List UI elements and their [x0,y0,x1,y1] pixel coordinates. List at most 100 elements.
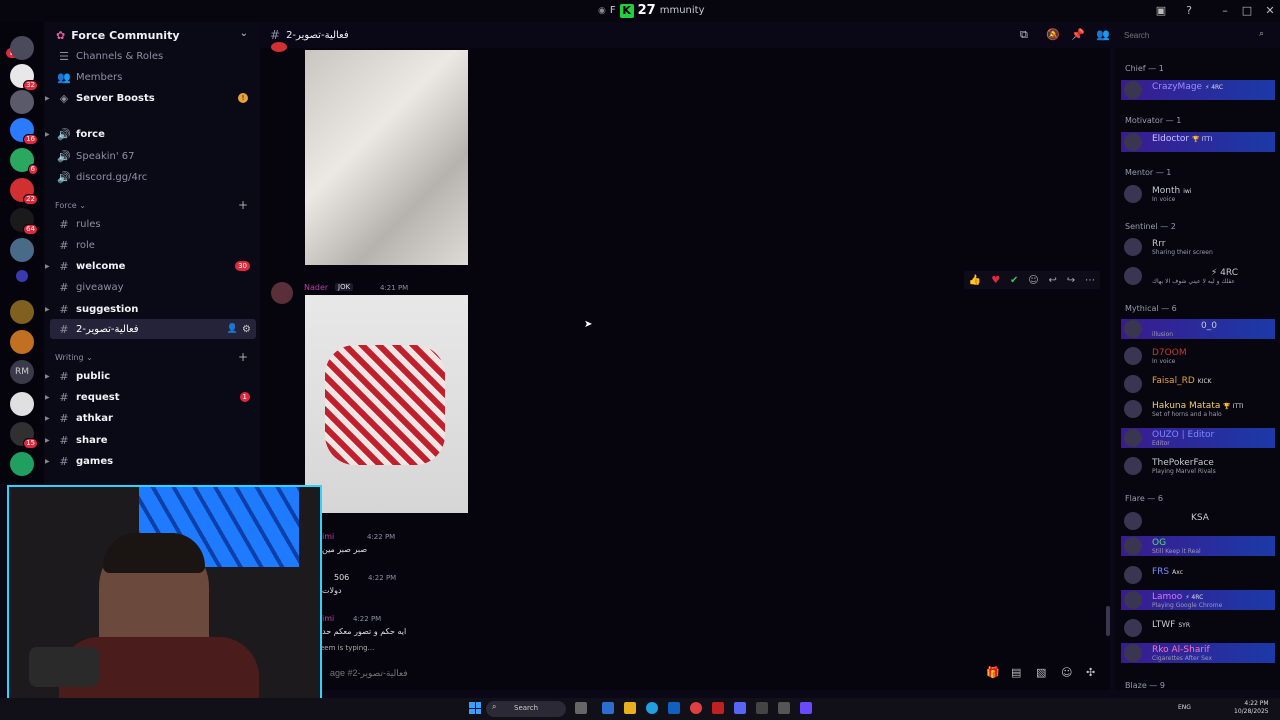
help-icon[interactable]: ? [1181,4,1197,17]
server-icon[interactable] [10,300,34,324]
server-icon[interactable]: 32 [10,64,38,91]
voice-channel-invite[interactable]: 🔊 discord.gg/4rc [50,167,256,187]
taskbar-app-icon[interactable] [602,702,614,714]
edge-icon[interactable] [646,702,658,714]
member-item[interactable]: Rrr Sharing their screen [1121,237,1275,257]
message-input[interactable] [330,665,910,681]
message-image[interactable] [305,295,468,513]
folder-icon[interactable] [16,270,28,282]
sidebar-item-server-boosts[interactable]: ▶ ◈ Server Boosts! [45,88,256,108]
close-button[interactable]: ✕ [1262,4,1278,17]
member-item[interactable]: KSA [1121,511,1275,531]
taskbar-app-icon[interactable] [575,702,587,714]
server-icon[interactable] [10,36,34,60]
channel-giveaway[interactable]: # giveaway [50,277,256,297]
member-item[interactable]: Month iwi In voice [1121,184,1275,204]
notifications-icon[interactable]: 🔕 [1046,28,1060,41]
apps-icon[interactable]: ✣ [1086,666,1095,679]
server-icon[interactable] [10,392,34,416]
member-list-icon[interactable]: 👥 [1096,28,1110,41]
minimize-button[interactable]: – [1217,4,1233,17]
sidebar-item-members[interactable]: 👥 Members [50,67,256,87]
server-icon[interactable]: 15 [10,422,38,449]
inbox-icon[interactable]: ▣ [1153,4,1169,17]
sticker-icon[interactable]: ▧ [1036,666,1046,679]
discord-icon[interactable] [734,702,746,714]
channel-rules[interactable]: # rules [50,214,256,234]
member-item[interactable]: OUZO | Editor Editor [1121,428,1275,448]
server-icon[interactable]: 6 [10,148,38,175]
scrollbar[interactable] [1106,606,1110,636]
obs-icon[interactable] [756,702,768,714]
taskbar-search[interactable]: Search [486,701,566,717]
message-author[interactable]: imi [322,614,334,623]
message-author[interactable]: imi [322,532,334,541]
member-item[interactable]: 0_0 illusion [1121,319,1275,339]
invite-icon[interactable]: 👤 [227,324,238,334]
more-icon[interactable]: ⋯ [1085,275,1095,286]
member-item[interactable]: Rko Al-Sharif Cigarettes After Sex [1121,643,1275,663]
channel-public[interactable]: ▶ # public [45,366,256,386]
threads-icon[interactable]: ⧉ [1020,28,1028,42]
taskbar-app-icon[interactable] [712,702,724,714]
gift-icon[interactable]: 🎁 [986,666,1000,679]
taskbar-app-icon[interactable] [778,702,790,714]
maximize-button[interactable]: □ [1239,4,1255,17]
language-indicator[interactable]: ENG [1178,704,1191,711]
taskbar-app-icon[interactable] [668,702,680,714]
clock[interactable]: 4:22 PM 10/28/2025 [1234,700,1269,716]
message-image[interactable] [305,50,468,265]
server-icon[interactable] [10,90,34,114]
folder-icon[interactable] [624,702,636,714]
member-item[interactable]: Eldoctor 🏆 ITTI [1121,132,1275,152]
gear-icon[interactable]: ⚙ [242,324,251,335]
member-item[interactable]: LTWF SYR [1121,618,1275,638]
channel-request[interactable]: ▶ # request 1 [45,387,256,407]
server-icon[interactable] [10,330,34,354]
channel-welcome[interactable]: ▶ # welcome 30 [45,256,256,276]
channel-active[interactable]: #2-فعالية-تصوير 👤 ⚙ [50,319,256,339]
channel-games[interactable]: ▶ # games [45,451,256,471]
member-item[interactable]: FRS Axc [1121,565,1275,585]
avatar[interactable] [271,282,293,304]
member-item[interactable]: D7OOM In voice [1121,346,1275,366]
forward-icon[interactable]: ↪ [1067,275,1075,286]
check-icon[interactable]: ✔ [1010,275,1018,286]
channel-role[interactable]: # role [50,235,256,255]
windows-start-icon[interactable] [469,702,481,714]
member-item[interactable]: CrazyMage ⚡ 4RC [1121,80,1275,100]
taskbar-app-icon[interactable] [800,702,812,714]
category-force[interactable]: Force ⌄ [55,201,86,210]
gif-icon[interactable]: ▤ [1011,666,1021,679]
server-icon-rm[interactable]: RM [10,360,34,384]
member-item[interactable]: Hakuna Matata 🏆 ITTI Set of horns and a ha… [1121,399,1275,419]
member-item[interactable]: ThePokerFace Playing Marvel Rivals [1121,456,1275,476]
voice-channel-force[interactable]: ▶ 🔊 force [45,124,256,144]
avatar[interactable] [271,42,287,52]
pin-icon[interactable]: 📌 [1071,28,1085,41]
category-writing[interactable]: Writing ⌄ [55,353,93,362]
channel-suggestion[interactable]: ▶ # suggestion [45,299,256,319]
member-item[interactable]: OG Still Keep it Real [1121,536,1275,556]
add-reaction-icon[interactable]: ☺ [1028,275,1038,286]
sidebar-item-channels-roles[interactable]: ☰ Channels & Roles [50,46,256,66]
message-author[interactable]: Nader [304,283,328,292]
add-channel-icon[interactable]: + [238,350,248,364]
emoji-icon[interactable]: ☺ [1061,666,1072,679]
voice-channel-speakin[interactable]: 🔊 Speakin' 67 [50,146,256,166]
member-item[interactable]: Faisal_RD KICK [1121,374,1275,394]
server-icon[interactable]: 16 [10,118,38,145]
search-input[interactable] [1118,27,1274,43]
reply-icon[interactable]: ↩ [1049,275,1057,286]
channel-athkar[interactable]: ▶ # athkar [45,408,256,428]
server-header[interactable]: ✿ Force Community ⌄ [44,22,260,48]
heart-icon[interactable]: ♥ [991,275,1000,286]
server-icon[interactable] [10,452,34,476]
member-item[interactable]: Lamoo ⚡ 4RC Playing Google Chrome [1121,590,1275,610]
server-icon[interactable]: 22 [10,178,38,205]
add-channel-icon[interactable]: + [238,198,248,212]
server-icon[interactable]: 64 [10,208,38,235]
thumbs-up-icon[interactable]: 👍 [969,275,981,286]
chrome-icon[interactable] [690,702,702,714]
message-author[interactable]: 506 [334,573,349,582]
